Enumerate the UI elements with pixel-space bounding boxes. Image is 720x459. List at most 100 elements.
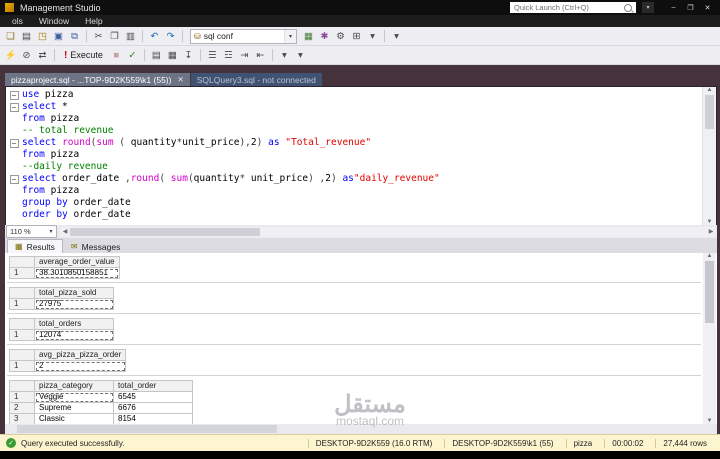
fold-collapse-icon[interactable]: −: [6, 138, 22, 148]
quick-launch-dropdown-icon[interactable]: ▾: [642, 2, 654, 13]
code-line[interactable]: − use pizza: [6, 89, 702, 101]
paste-icon[interactable]: ▥: [123, 29, 138, 44]
grid-cell[interactable]: 38.3010850158851: [34, 267, 120, 279]
scroll-right-icon[interactable]: ▶: [706, 228, 716, 235]
tab-messages[interactable]: ✉ Messages: [64, 240, 127, 253]
code-line[interactable]: − select round(sum ( quantity * unit_price)…: [6, 137, 702, 149]
fold-minus-icon[interactable]: −: [9, 138, 19, 148]
toolbar-more-dropdown-icon[interactable]: ▾: [389, 29, 404, 44]
fold-minus-icon[interactable]: −: [9, 174, 19, 184]
scroll-up-icon[interactable]: ▲: [707, 87, 713, 93]
results-scroll-up-icon[interactable]: ▲: [707, 253, 713, 259]
database-combobox-arrow-icon[interactable]: ▾: [284, 29, 296, 43]
fold-collapse-icon[interactable]: −: [6, 102, 22, 112]
zoom-dropdown-icon[interactable]: ▾: [46, 228, 56, 235]
restore-icon[interactable]: ❐: [683, 2, 698, 13]
grid-cell[interactable]: Veggie: [34, 391, 114, 403]
menu-ols[interactable]: ols: [4, 16, 31, 26]
indent-icon[interactable]: ⇥: [237, 48, 252, 63]
grid-cell[interactable]: Supreme: [34, 402, 114, 414]
query-options-icon[interactable]: ⊞: [349, 29, 364, 44]
sql-editor[interactable]: − use pizza − select * from pizza -- total re…: [5, 86, 717, 225]
column-header[interactable]: total_pizza_sold: [34, 287, 114, 299]
parse-icon[interactable]: ✓: [125, 48, 140, 63]
code-line[interactable]: − select *: [6, 101, 702, 113]
results-to-grid-icon[interactable]: ▦: [165, 48, 180, 63]
grid-corner-cell[interactable]: [9, 380, 35, 392]
tab-pizzaproject[interactable]: pizzaproject.sql - ...TOP-9D2K559\k1 (55…: [5, 73, 190, 86]
grid-corner-cell[interactable]: [9, 318, 35, 330]
grid-cell[interactable]: 12074: [34, 329, 114, 341]
uncomment-icon[interactable]: ☲: [221, 48, 236, 63]
execute-button[interactable]: ! Execute: [59, 48, 108, 63]
cut-icon[interactable]: ✂: [91, 29, 106, 44]
close-tab-icon[interactable]: ✕: [177, 75, 183, 84]
results-vertical-scrollbar[interactable]: ▲ ▼: [703, 253, 716, 424]
column-header[interactable]: pizza_category: [34, 380, 114, 392]
results-scroll-down-icon[interactable]: ▼: [707, 418, 713, 424]
code-line[interactable]: group by order_date: [6, 197, 702, 209]
column-header[interactable]: total_order: [113, 380, 193, 392]
outdent-icon[interactable]: ⇤: [253, 48, 268, 63]
minimize-icon[interactable]: –: [666, 2, 681, 13]
code-line[interactable]: --daily revenue: [6, 161, 702, 173]
code-line[interactable]: from pizza: [6, 185, 702, 197]
code-line[interactable]: -- total revenue: [6, 125, 702, 137]
row-number[interactable]: 1: [9, 391, 35, 403]
code-line[interactable]: − select order_date , round( sum(quantity *…: [6, 173, 702, 185]
column-header[interactable]: avg_pizza_pizza_order: [33, 349, 127, 361]
cancel-query-icon[interactable]: ■: [109, 48, 124, 63]
code-line[interactable]: order by order_date: [6, 209, 702, 221]
change-connection-icon[interactable]: ⇄: [35, 48, 50, 63]
toolbar-overflow-icon[interactable]: ▾: [365, 29, 380, 44]
zoom-combobox[interactable]: 110 % ▾: [6, 225, 57, 238]
row-number[interactable]: 1: [9, 360, 35, 372]
tab-sqlquery3[interactable]: SQLQuery3.sql - not connected: [190, 73, 322, 86]
save-all-icon[interactable]: ⧉: [67, 29, 82, 44]
undo-icon[interactable]: ↶: [147, 29, 162, 44]
database-combobox[interactable]: ⛁ sql conf ▾: [190, 28, 297, 44]
results-scrollbar-thumb[interactable]: [705, 261, 714, 323]
editor-horizontal-scrollbar[interactable]: ◀ ▶: [60, 226, 716, 237]
row-number[interactable]: 1: [9, 267, 35, 279]
results-to-text-icon[interactable]: ▤: [149, 48, 164, 63]
quick-launch-input[interactable]: Quick Launch (Ctrl+Q): [510, 2, 636, 13]
row-number[interactable]: 3: [9, 413, 35, 424]
wrench-icon[interactable]: ⚙: [333, 29, 348, 44]
analyze-query-icon[interactable]: ✱: [317, 29, 332, 44]
editor-dropdown-icon[interactable]: ▾: [277, 48, 292, 63]
open-file-icon[interactable]: ◳: [35, 29, 50, 44]
fold-collapse-icon[interactable]: −: [6, 174, 22, 184]
grid-corner-cell[interactable]: [9, 256, 35, 268]
editor-dropdown2-icon[interactable]: ▾: [293, 48, 308, 63]
results-hscrollbar-thumb[interactable]: [17, 425, 277, 433]
menu-window[interactable]: Window: [31, 16, 77, 26]
fold-collapse-icon[interactable]: −: [6, 90, 22, 100]
row-number[interactable]: 1: [9, 329, 35, 341]
grid-cell[interactable]: 6676: [113, 402, 193, 414]
editor-vertical-scrollbar[interactable]: ▲ ▼: [702, 87, 716, 225]
scroll-left-icon[interactable]: ◀: [60, 228, 70, 235]
editor-hscrollbar-thumb[interactable]: [70, 227, 260, 236]
menu-help[interactable]: Help: [77, 16, 110, 26]
editor-scrollbar-thumb[interactable]: [705, 95, 714, 129]
save-icon[interactable]: ▣: [51, 29, 66, 44]
fold-minus-icon[interactable]: −: [9, 90, 19, 100]
disconnect-icon[interactable]: ⊘: [19, 48, 34, 63]
grid-cell[interactable]: 8154: [113, 413, 193, 424]
grid-cell[interactable]: 27975: [34, 298, 114, 310]
results-horizontal-scrollbar[interactable]: [5, 424, 717, 434]
code-area[interactable]: − use pizza − select * from pizza -- total re…: [6, 87, 702, 225]
column-header[interactable]: average_order_value: [34, 256, 120, 268]
grid-cell[interactable]: 2: [33, 360, 127, 372]
comment-icon[interactable]: ☰: [205, 48, 220, 63]
grid-cell[interactable]: 6545: [113, 391, 193, 403]
grid-corner-cell[interactable]: [9, 287, 35, 299]
copy-icon[interactable]: ❐: [107, 29, 122, 44]
code-line[interactable]: from pizza: [6, 149, 702, 161]
row-number[interactable]: 2: [9, 402, 35, 414]
column-header[interactable]: total_orders: [34, 318, 114, 330]
row-number[interactable]: 1: [9, 298, 35, 310]
execution-plan-icon[interactable]: ▦: [301, 29, 316, 44]
fold-minus-icon[interactable]: −: [9, 102, 19, 112]
